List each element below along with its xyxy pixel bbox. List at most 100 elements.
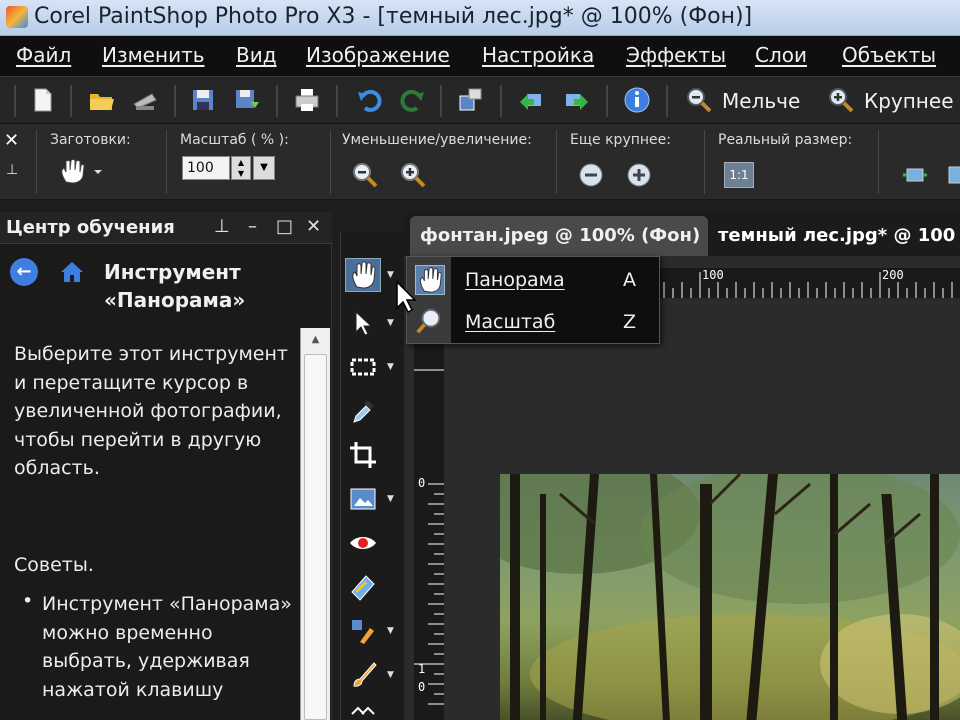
export-icon[interactable]	[562, 85, 592, 115]
undo-icon[interactable]	[354, 85, 384, 115]
zoom-out-icon[interactable]	[684, 85, 714, 115]
makeover-tool-icon[interactable]	[345, 570, 381, 604]
menu-image[interactable]: Изображение	[306, 43, 450, 67]
save-icon[interactable]	[188, 85, 218, 115]
learning-scrollbar[interactable]: ▲	[300, 328, 330, 720]
scale-input[interactable]: 100	[182, 156, 230, 180]
fit-window-icon[interactable]	[900, 160, 930, 190]
fit-image-icon[interactable]	[944, 160, 960, 190]
open-folder-icon[interactable]	[86, 85, 116, 115]
tool-flyout-arrow-icon[interactable]: ▼	[387, 270, 394, 280]
horizontal-ruler: 100 200	[660, 268, 960, 298]
new-document-icon[interactable]	[28, 85, 58, 115]
tab-dark-forest[interactable]: темный лес.jpg* @ 100	[710, 216, 960, 256]
tip-text: Инструмент «Панорама» можно временно выб…	[42, 593, 292, 701]
menu-file[interactable]: Файл	[16, 43, 71, 67]
plus-circle-icon[interactable]	[624, 160, 654, 190]
info-icon[interactable]	[622, 85, 652, 115]
resize-window-icon[interactable]	[456, 85, 486, 115]
scanner-icon[interactable]	[130, 85, 160, 115]
tool-flyout-arrow-icon[interactable]: ▼	[387, 494, 394, 504]
flyout-item-pan[interactable]: Панорама A	[407, 259, 659, 301]
scale-stepper[interactable]: ▲ ▼	[231, 156, 251, 180]
menu-objects[interactable]: Объекты	[842, 43, 936, 67]
learning-center-panel: Центр обучения ⊥ – □ ✕ ← Инструмент «Пан…	[0, 212, 332, 720]
minimize-icon[interactable]: –	[248, 216, 257, 237]
learning-body-text: Выберите этот инструмент и перетащите ку…	[14, 343, 288, 479]
home-icon[interactable]	[58, 258, 86, 286]
tab-fountain[interactable]: фонтан.jpeg @ 100% (Фон)	[410, 216, 708, 256]
scroll-thumb[interactable]	[304, 354, 327, 720]
tool-flyout-arrow-icon[interactable]: ▼	[387, 318, 394, 328]
crop-tool-icon[interactable]	[345, 438, 381, 472]
back-arrow-icon[interactable]: ←	[10, 258, 38, 286]
forest-photo[interactable]	[500, 474, 960, 720]
toolbar-separator	[666, 85, 668, 117]
zoom-out-step-icon[interactable]	[350, 160, 380, 190]
learning-heading: Инструмент «Панорама»	[104, 260, 246, 312]
menu-view[interactable]: Вид	[236, 43, 277, 67]
menu-layers[interactable]: Слои	[755, 43, 807, 67]
zoom-in-step-icon[interactable]	[398, 160, 428, 190]
tool-flyout-arrow-icon[interactable]: ▼	[387, 670, 394, 680]
save-as-icon[interactable]	[232, 85, 262, 115]
mouse-cursor-icon	[395, 280, 417, 314]
minus-circle-icon[interactable]	[576, 160, 606, 190]
toolbar-separator	[14, 85, 16, 117]
pin-icon[interactable]: ⊥	[214, 216, 230, 237]
flyout-zoom-label: Масштаб	[465, 311, 556, 333]
options-separator	[704, 130, 705, 194]
red-eye-tool-icon[interactable]	[345, 526, 381, 560]
scale-dropdown-button[interactable]: ▼	[253, 156, 275, 180]
pan-tool-icon[interactable]	[345, 258, 381, 292]
redo-icon[interactable]	[398, 85, 428, 115]
scroll-up-arrow-icon[interactable]: ▲	[301, 328, 330, 352]
paint-brush-icon[interactable]	[345, 658, 381, 692]
vertical-ruler: 0 1 0	[414, 300, 444, 720]
learning-center-header: Центр обучения ⊥ – □ ✕	[0, 212, 332, 244]
import-icon[interactable]	[516, 85, 546, 115]
document-tabs: фонтан.jpeg @ 100% (Фон) темный лес.jpg*…	[404, 212, 960, 256]
flyout-pan-shortcut: A	[623, 269, 636, 291]
ruler-label-200: 200	[882, 268, 904, 282]
options-separator	[330, 130, 331, 194]
selection-tool-icon[interactable]	[345, 350, 381, 384]
actual-size-label: Реальный размер:	[718, 132, 853, 148]
zoom-step-label: Уменьшение/увеличение:	[342, 132, 532, 148]
flyout-zoom-shortcut: Z	[623, 311, 637, 333]
dropper-tool-icon[interactable]	[345, 394, 381, 428]
close-icon[interactable]: ✕	[306, 216, 321, 237]
flyout-pan-label: Панорама	[465, 269, 565, 291]
more-tools-icon[interactable]	[345, 702, 381, 720]
ruler-label-v0: 0	[418, 476, 426, 490]
zoom-out-label[interactable]: Мельче	[722, 89, 800, 113]
menu-bar: Файл Изменить Вид Изображение Настройка …	[0, 36, 960, 76]
tool-flyout-arrow-icon[interactable]: ▼	[387, 362, 394, 372]
menu-edit[interactable]: Изменить	[102, 43, 205, 67]
toolbar-separator	[276, 85, 278, 117]
tool-flyout-arrow-icon[interactable]: ▼	[387, 626, 394, 636]
flyout-item-zoom[interactable]: Масштаб Z	[407, 301, 659, 343]
ruler-label-v0b: 0	[418, 680, 426, 694]
options-separator	[878, 130, 879, 194]
menu-adjust[interactable]: Настройка	[482, 43, 594, 67]
straighten-tool-icon[interactable]	[345, 482, 381, 516]
print-icon[interactable]	[292, 85, 322, 115]
magnifier-icon	[415, 307, 445, 337]
presets-label: Заготовки:	[50, 132, 131, 148]
clone-brush-icon[interactable]	[345, 614, 381, 648]
pin-icon[interactable]: ⊥	[6, 162, 18, 178]
toolbar-separator	[500, 85, 502, 117]
close-icon[interactable]: ✕	[4, 130, 19, 151]
pan-zoom-flyout-menu: Панорама A Масштаб Z	[406, 256, 660, 344]
app-icon[interactable]	[6, 6, 28, 28]
presets-dropdown[interactable]	[56, 158, 104, 186]
hand-icon	[415, 265, 445, 295]
menu-effects[interactable]: Эффекты	[626, 43, 726, 67]
pick-tool-icon[interactable]	[345, 306, 381, 340]
maximize-icon[interactable]: □	[276, 216, 293, 237]
zoom-in-label[interactable]: Крупнее	[864, 89, 954, 113]
actual-size-button[interactable]: 1:1	[724, 162, 754, 188]
zoom-in-icon[interactable]	[826, 85, 856, 115]
zoom-more-label: Еще крупнее:	[570, 132, 671, 148]
